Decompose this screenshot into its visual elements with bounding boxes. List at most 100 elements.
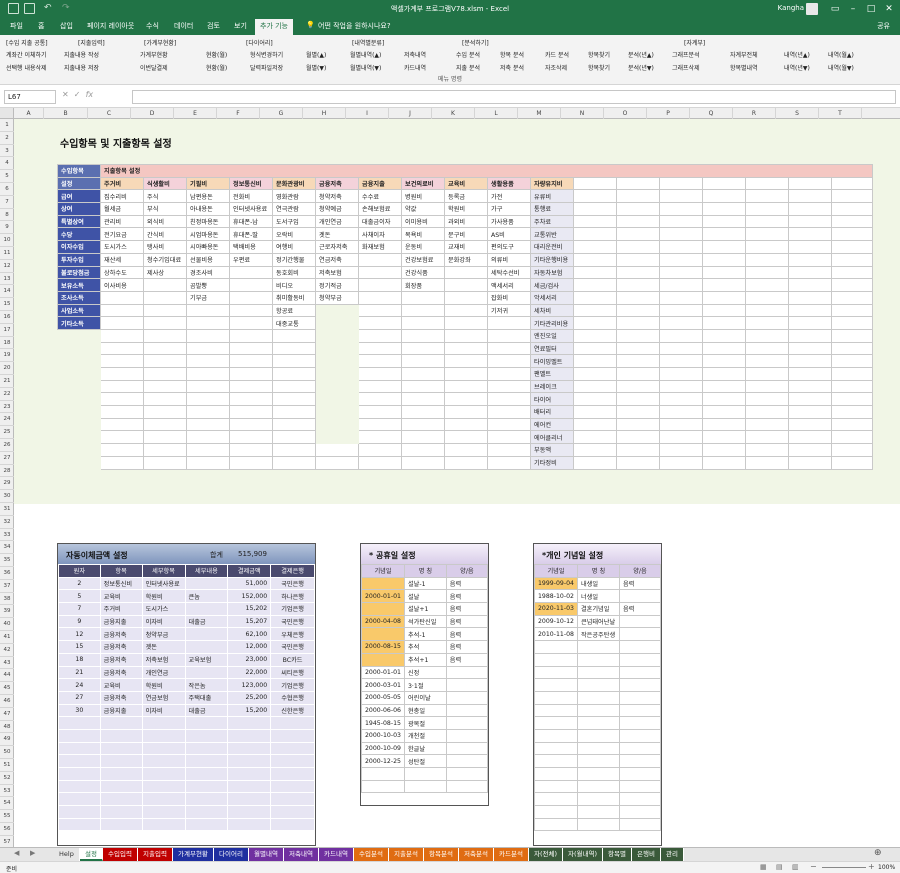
auto-transfer-cell[interactable] — [227, 728, 272, 743]
blank-cell[interactable] — [788, 189, 832, 204]
expense-item[interactable]: 취미활동비 — [272, 290, 316, 305]
blank-cell[interactable] — [358, 252, 402, 267]
blank-cell[interactable] — [616, 455, 660, 470]
auto-transfer-cell[interactable] — [99, 779, 143, 794]
expense-item[interactable]: 정기적금 — [315, 278, 359, 292]
blank-cell[interactable] — [487, 341, 531, 356]
row-header[interactable]: 17 — [0, 324, 14, 337]
holidays-cell[interactable]: 2000-10-09 — [361, 741, 405, 756]
blank-cell[interactable] — [659, 290, 703, 305]
column-header[interactable]: B — [44, 108, 88, 119]
sheet-tab[interactable]: 지출분석 — [389, 848, 424, 861]
holidays-cell[interactable]: 음력 — [445, 589, 489, 604]
expense-item[interactable]: 동호회비 — [272, 265, 316, 280]
blank-cell[interactable] — [487, 417, 531, 432]
auto-transfer-cell[interactable] — [184, 779, 229, 794]
expense-item[interactable]: 브레이크 — [530, 379, 574, 394]
blank-cell[interactable] — [100, 392, 144, 407]
blank-cell[interactable] — [831, 176, 873, 191]
expense-item[interactable]: 관리비 — [100, 214, 144, 229]
expense-item[interactable]: 팬벨트 — [530, 367, 574, 381]
expense-item[interactable]: 기타관리비용 — [530, 316, 574, 330]
tab-review[interactable]: 검토 — [207, 21, 220, 31]
row-header[interactable]: 16 — [0, 311, 14, 324]
blank-cell[interactable] — [186, 405, 230, 419]
blank-cell[interactable] — [745, 240, 789, 254]
income-item[interactable]: 상여 — [57, 202, 101, 216]
analysis-year-up-button[interactable]: 분석(년▲) — [628, 50, 654, 59]
auto-transfer-cell[interactable] — [58, 779, 101, 794]
blank-cell[interactable] — [143, 379, 187, 394]
blank-cell[interactable] — [616, 214, 660, 229]
memorial-cell[interactable] — [534, 728, 578, 743]
expense-item[interactable]: 잡화비 — [487, 290, 531, 305]
auto-transfer-cell[interactable]: 신한은행 — [270, 703, 315, 718]
memorial-cell[interactable] — [618, 754, 662, 768]
holidays-cell[interactable]: 2000-12-25 — [361, 754, 405, 768]
holidays-cell[interactable]: 2000-10-03 — [361, 728, 405, 743]
detail-month-down-button[interactable]: 내역(월▼) — [828, 63, 854, 72]
expense-item[interactable]: 병원비 — [401, 189, 445, 204]
column-header[interactable]: I — [346, 108, 389, 119]
row-header[interactable]: 15 — [0, 298, 14, 311]
blank-cell[interactable] — [444, 455, 488, 470]
holidays-cell[interactable] — [403, 779, 447, 794]
blank-cell[interactable] — [143, 430, 187, 445]
row-header[interactable]: 19 — [0, 349, 14, 363]
blank-cell[interactable] — [831, 240, 873, 254]
blank-cell[interactable] — [745, 202, 789, 216]
blank-cell[interactable] — [788, 290, 832, 305]
blank-cell[interactable] — [745, 328, 789, 343]
holidays-cell[interactable] — [445, 678, 489, 692]
memorial-cell[interactable]: 2009-10-12 — [534, 614, 578, 629]
blank-cell[interactable] — [444, 367, 488, 381]
blank-cell[interactable] — [229, 328, 273, 343]
auto-transfer-cell[interactable]: 금융저축 — [99, 640, 143, 654]
blank-cell[interactable] — [659, 240, 703, 254]
auto-transfer-cell[interactable]: 12,000 — [227, 640, 272, 654]
row-header[interactable]: 44 — [0, 669, 14, 683]
delete-data-button[interactable]: 자조삭제 — [545, 63, 567, 72]
expense-category[interactable]: 정보통신비 — [229, 176, 273, 191]
name-box[interactable]: L67 — [4, 90, 56, 104]
income-item[interactable]: 사업소득 — [57, 303, 101, 318]
expense-item[interactable]: 이미용비 — [401, 214, 445, 229]
auto-transfer-cell[interactable]: 18 — [58, 652, 101, 667]
auto-transfer-cell[interactable] — [227, 792, 272, 807]
blank-cell[interactable] — [831, 417, 873, 432]
auto-transfer-cell[interactable]: 금융저축 — [99, 690, 143, 705]
blank-cell[interactable] — [702, 278, 746, 292]
holidays-cell[interactable] — [445, 703, 489, 718]
auto-transfer-cell[interactable]: 학원비 — [141, 678, 186, 692]
auto-transfer-cell[interactable] — [58, 817, 101, 832]
blank-cell[interactable] — [616, 265, 660, 280]
holidays-cell[interactable]: 신정 — [403, 665, 447, 680]
expense-item[interactable]: 액세서리 — [487, 278, 531, 292]
blank-cell[interactable] — [100, 290, 144, 305]
holidays-cell[interactable]: 3·1절 — [403, 678, 447, 692]
sheet-tab[interactable]: 카드내역 — [319, 848, 354, 861]
blank-cell[interactable] — [315, 443, 359, 457]
blank-cell[interactable] — [702, 303, 746, 318]
income-analysis-button[interactable]: 수입 분석 — [456, 50, 480, 59]
expense-item[interactable]: 친정마용돈 — [186, 214, 230, 229]
memorial-cell[interactable] — [618, 767, 662, 781]
blank-cell[interactable] — [401, 443, 445, 457]
row-header[interactable]: 53 — [0, 785, 14, 798]
row-header[interactable]: 38 — [0, 593, 14, 606]
blank-cell[interactable] — [616, 202, 660, 216]
memorial-cell[interactable] — [618, 779, 662, 794]
blank-cell[interactable] — [745, 430, 789, 445]
blank-cell[interactable] — [659, 341, 703, 356]
memorial-cell[interactable] — [576, 754, 620, 768]
column-header[interactable]: C — [88, 108, 131, 119]
memorial-cell[interactable] — [534, 767, 578, 781]
share-button[interactable]: 공유 — [877, 21, 890, 31]
blank-cell[interactable] — [788, 430, 832, 445]
column-header[interactable]: P — [647, 108, 690, 119]
blank-cell[interactable] — [100, 417, 144, 432]
auto-transfer-cell[interactable] — [99, 805, 143, 819]
blank-cell[interactable] — [745, 443, 789, 457]
auto-transfer-cell[interactable]: 하나은행 — [270, 589, 315, 604]
holidays-cell[interactable] — [445, 665, 489, 680]
